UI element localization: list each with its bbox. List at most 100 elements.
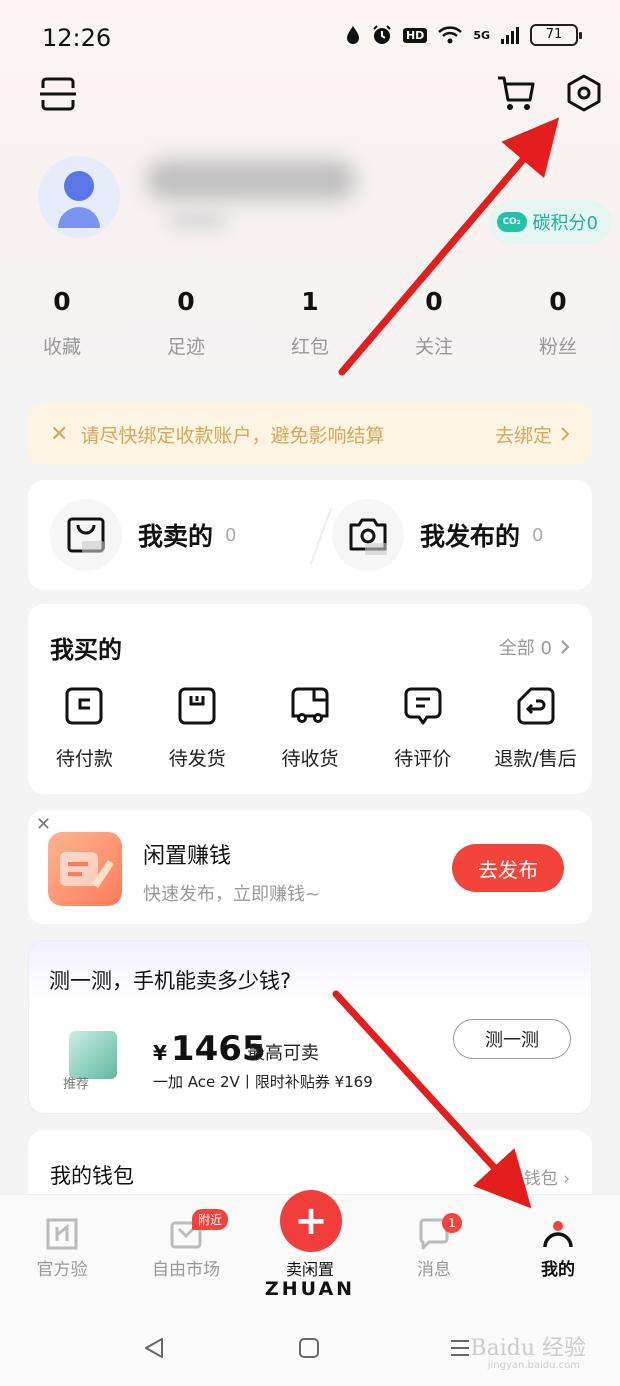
close-icon[interactable]: ✕ bbox=[50, 422, 68, 447]
pending-payment-entry[interactable]: 待付款 bbox=[28, 686, 141, 771]
pending-receipt-label: 待收货 bbox=[281, 748, 339, 770]
avatar[interactable] bbox=[38, 156, 120, 238]
tab-label: 官方验 bbox=[36, 1260, 88, 1280]
earn-money-card: ✕ 闲置赚钱 快速发布，立即赚钱~ 去发布 bbox=[28, 810, 592, 924]
stat-footprints[interactable]: 0 足迹 bbox=[124, 282, 248, 359]
wifi-icon bbox=[438, 26, 463, 44]
shopping-bag-icon bbox=[67, 517, 105, 553]
hd-icon: HD bbox=[402, 27, 428, 43]
stat-label: 粉丝 bbox=[538, 336, 577, 358]
tab-mine[interactable]: 我的 bbox=[496, 1195, 620, 1309]
pending-review-entry[interactable]: 待评价 bbox=[366, 686, 479, 771]
status-icons: HD 5G 71 bbox=[345, 24, 582, 46]
stat-number: 0 bbox=[177, 287, 195, 316]
order-status-row: 待付款 待发货 待收货 待评价 退款/售后 bbox=[28, 686, 592, 771]
all-orders-label: 全部 0 bbox=[498, 638, 552, 659]
scan-icon[interactable] bbox=[40, 76, 76, 112]
my-sold-icon-wrap bbox=[50, 499, 122, 571]
refund-icon bbox=[517, 687, 555, 725]
earn-subtitle: 快速发布，立即赚钱~ bbox=[143, 884, 321, 905]
home-icon[interactable] bbox=[297, 1336, 321, 1360]
earn-title: 闲置赚钱 bbox=[143, 844, 232, 869]
stat-number: 1 bbox=[301, 287, 319, 316]
profile-stats: 0 收藏 0 足迹 1 红包 0 关注 0 粉丝 bbox=[0, 282, 620, 359]
tab-label: 自由市场 bbox=[152, 1260, 220, 1280]
tab-label: 消息 bbox=[417, 1260, 451, 1280]
tab-label: 我的 bbox=[541, 1260, 575, 1280]
pending-review-label: 待评价 bbox=[394, 748, 452, 770]
recent-apps-icon[interactable] bbox=[448, 1336, 472, 1360]
settings-icon[interactable] bbox=[566, 74, 602, 112]
brand-logo: ZHUAN bbox=[264, 1278, 356, 1300]
my-sold-label: 我卖的 bbox=[138, 522, 214, 551]
stat-number: 0 bbox=[549, 287, 567, 316]
refund-aftersale-entry[interactable]: 退款/售后 bbox=[479, 686, 592, 771]
phone-thumbnail bbox=[69, 1031, 117, 1079]
currency-symbol: ¥ bbox=[153, 1041, 167, 1065]
alarm-icon bbox=[373, 25, 391, 44]
user-avatar-icon bbox=[58, 171, 100, 228]
username-blurred bbox=[146, 160, 356, 200]
pending-payment-label: 待付款 bbox=[55, 748, 113, 770]
chevron-right-icon: › bbox=[563, 1169, 570, 1189]
tab-official-inspection[interactable]: 官方验 bbox=[0, 1195, 124, 1309]
tab-messages[interactable]: 1 消息 bbox=[372, 1195, 496, 1309]
stat-number: 0 bbox=[53, 287, 71, 316]
pending-receipt-entry[interactable]: 待收货 bbox=[254, 686, 367, 771]
co2-icon: CO₂ bbox=[496, 212, 527, 232]
my-published-entry[interactable]: 我发布的 0 bbox=[310, 499, 592, 571]
my-purchases-title: 我买的 bbox=[50, 636, 122, 664]
stat-label: 红包 bbox=[290, 336, 329, 358]
note-pencil-icon bbox=[48, 832, 122, 906]
camera-icon bbox=[349, 518, 387, 555]
plus-icon: + bbox=[294, 1198, 328, 1244]
wallet-icon bbox=[65, 687, 103, 725]
publish-button[interactable]: 去发布 bbox=[452, 844, 564, 892]
carbon-points-badge[interactable]: CO₂ 碳积分0 bbox=[488, 200, 612, 244]
price-tag: 最高可卖 bbox=[247, 1043, 319, 1064]
all-orders-link[interactable]: 全部 0 bbox=[499, 634, 570, 660]
profile-icon bbox=[543, 1221, 573, 1248]
wallet-title: 我的钱包 bbox=[50, 1164, 134, 1188]
stat-followers[interactable]: 0 粉丝 bbox=[496, 282, 620, 359]
stat-number: 0 bbox=[425, 287, 443, 316]
sell-item-button[interactable]: + bbox=[280, 1190, 342, 1252]
stat-label: 收藏 bbox=[42, 336, 81, 358]
stat-following[interactable]: 0 关注 bbox=[372, 282, 496, 359]
chevron-right-icon bbox=[561, 640, 570, 654]
stat-favorites[interactable]: 0 收藏 bbox=[0, 282, 124, 359]
watermark-url: jingyan.baidu.com bbox=[487, 1360, 580, 1371]
bind-account-link[interactable]: 去绑定 bbox=[495, 421, 570, 448]
stat-label: 关注 bbox=[414, 336, 453, 358]
phone-valuation-card: 测一测，手机能卖多少钱? 推荐 ¥1465 最高可卖 一加 Ace 2V丨限时补… bbox=[28, 940, 592, 1114]
stat-red-packets[interactable]: 1 红包 bbox=[248, 282, 372, 359]
my-published-count: 0 bbox=[532, 524, 544, 546]
my-published-label: 我发布的 bbox=[420, 522, 521, 551]
carbon-points-label: 碳积分0 bbox=[532, 213, 598, 234]
status-time: 12:26 bbox=[42, 24, 112, 52]
status-bar: 12:26 HD 5G 71 bbox=[0, 0, 620, 72]
cart-icon[interactable] bbox=[496, 74, 536, 112]
inspection-icon bbox=[46, 1218, 78, 1250]
sell-item-label: 卖闲置 bbox=[285, 1260, 334, 1279]
water-drop-icon bbox=[346, 26, 359, 44]
enter-wallet-link[interactable]: 进入钱包 › bbox=[490, 1164, 570, 1189]
my-sold-entry[interactable]: 我卖的 0 bbox=[28, 499, 310, 571]
pending-shipment-entry[interactable]: 待发货 bbox=[141, 686, 254, 771]
nearby-badge: 附近 bbox=[192, 1209, 229, 1230]
recommend-tag: 推荐 bbox=[63, 1077, 90, 1092]
bind-account-label: 去绑定 bbox=[494, 424, 552, 447]
my-sold-count: 0 bbox=[225, 524, 237, 546]
chevron-right-icon bbox=[561, 427, 570, 441]
phone-model: 一加 Ace 2V丨限时补贴券 ¥169 bbox=[153, 1073, 373, 1091]
my-published-icon-wrap bbox=[332, 499, 404, 571]
my-purchases-card: 我买的 全部 0 待付款 待发货 待收货 待评价 退款/售后 bbox=[28, 604, 592, 794]
stat-label: 足迹 bbox=[166, 336, 205, 358]
test-valuation-button[interactable]: 测一测 bbox=[453, 1019, 571, 1059]
package-icon bbox=[178, 687, 216, 725]
back-icon[interactable] bbox=[142, 1336, 166, 1360]
tab-free-market[interactable]: 附近 自由市场 bbox=[124, 1195, 248, 1309]
selling-card: 我卖的 0 我发布的 0 bbox=[28, 480, 592, 590]
comment-icon bbox=[404, 687, 442, 725]
user-subtitle-blurred bbox=[168, 210, 228, 230]
